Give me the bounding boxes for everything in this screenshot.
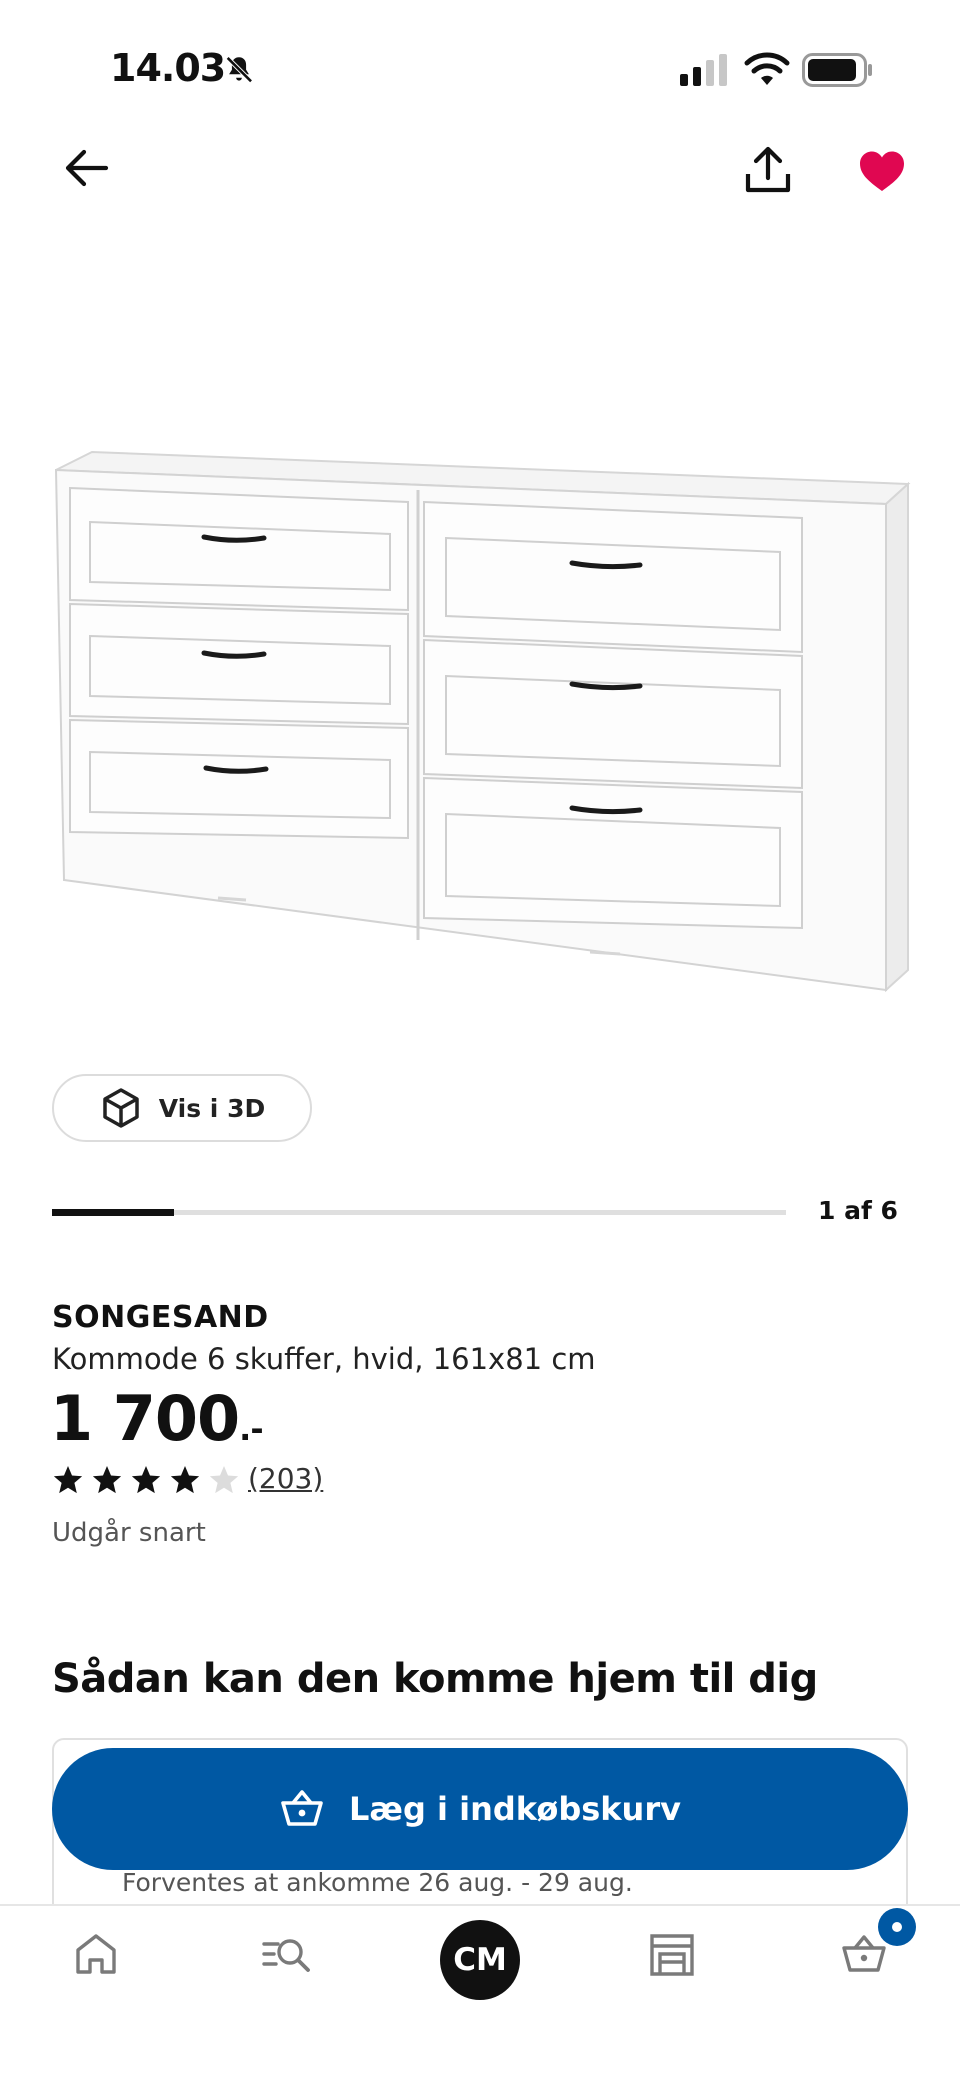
store-icon[interactable] (648, 1930, 696, 1978)
basket-badge (878, 1908, 916, 1946)
price-amount: 1 700 (50, 1382, 240, 1455)
product-name: SONGESAND (52, 1300, 269, 1335)
add-to-cart-label: Læg i indkøbskurv (349, 1790, 681, 1828)
product-price: 1 700.- (50, 1382, 264, 1455)
search-list-icon[interactable] (262, 1930, 310, 1978)
review-count-link[interactable]: (203) (248, 1462, 323, 1495)
star-filled-icon (131, 1466, 161, 1494)
star-filled-icon (53, 1466, 83, 1494)
carousel-progress-fill (52, 1209, 174, 1216)
price-suffix: .- (239, 1410, 263, 1448)
cellular-signal-icon (680, 54, 727, 86)
cube-icon (103, 1088, 139, 1128)
rating-stars[interactable] (52, 1464, 240, 1496)
home-icon[interactable] (72, 1930, 120, 1978)
product-description: Kommode 6 skuffer, hvid, 161x81 cm (52, 1342, 596, 1376)
heart-icon[interactable] (858, 150, 906, 192)
delivery-heading: Sådan kan den komme hjem til dig (52, 1656, 818, 1702)
carousel-counter: 1 af 6 (818, 1196, 898, 1225)
view-in-3d-label: Vis i 3D (158, 1093, 266, 1123)
basket-icon (281, 1790, 323, 1826)
add-to-cart-button[interactable]: Læg i indkøbskurv (52, 1748, 908, 1870)
star-filled-icon (170, 1466, 200, 1494)
star-empty-icon (209, 1466, 239, 1494)
basket-badge-dot (892, 1922, 902, 1932)
star-filled-icon (92, 1466, 122, 1494)
product-image[interactable] (50, 440, 920, 1000)
availability-status: Udgår snart (52, 1518, 206, 1548)
status-time: 14.03 (110, 46, 226, 90)
delivery-eta: Forventes at ankomme 26 aug. - 29 aug. (122, 1868, 633, 1897)
bell-slash-icon (226, 56, 253, 83)
view-in-3d-button[interactable]: Vis i 3D (52, 1074, 312, 1142)
profile-avatar[interactable]: CM (440, 1920, 520, 2000)
back-arrow-icon[interactable] (62, 146, 110, 190)
wifi-icon (744, 52, 790, 85)
battery-icon (802, 53, 872, 87)
share-icon[interactable] (742, 144, 794, 196)
